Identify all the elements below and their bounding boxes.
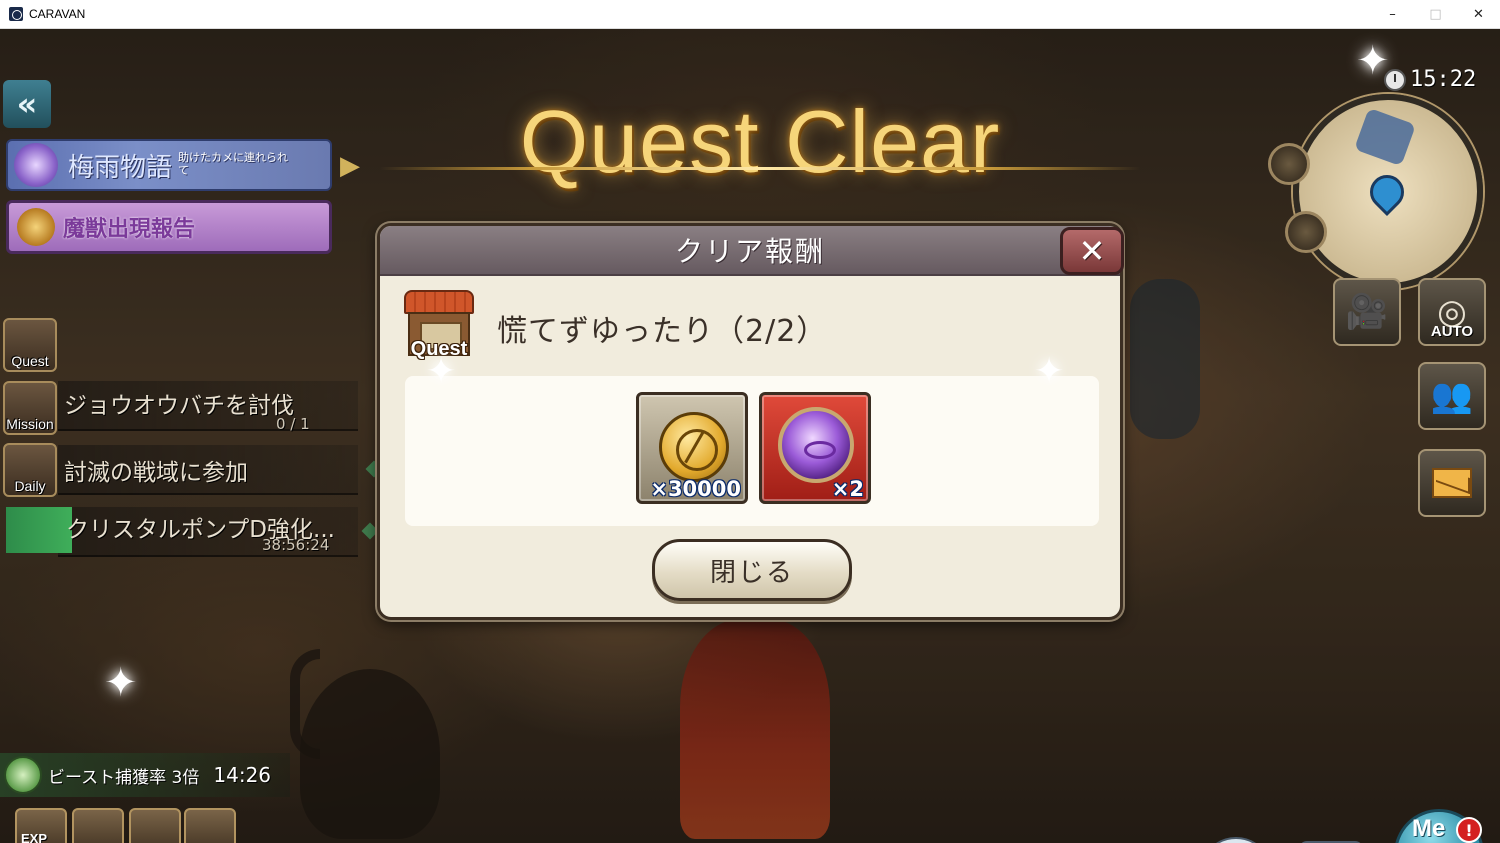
beast-rate-icon [4,756,42,794]
dialog-close-button[interactable]: 閉じる [652,539,852,601]
mail-button[interactable] [1418,449,1486,517]
mission-side-label: Mission [6,416,54,432]
menu-notification-badge: ! [1456,817,1482,843]
beast-report-button[interactable]: 魔獣出現報告 [6,200,332,254]
daily-side-button[interactable]: Daily [3,443,57,497]
daily-side-label: Daily [14,478,46,494]
map-toggle-button[interactable] [1268,143,1310,185]
quest-name: 慌てずゆったり（2/2） [497,314,828,349]
video-camera-icon: 🎥 [1345,292,1389,332]
mission-side-button[interactable]: Mission [3,381,57,435]
crystal-row-highlight [6,507,72,553]
quest-side-label: Quest [11,353,49,369]
close-window-button[interactable]: ✕ [1457,0,1500,29]
quest-roof [404,290,474,314]
reward-panel [405,376,1099,526]
mission-text: ジョウオウバチを討伐 [64,393,294,419]
potion-boost-icon[interactable] [129,808,181,843]
game-viewport: Quest Clear « 梅雨物語 助けたカメに連れられて ▶ 魔獣出現報告 … [0,29,1500,843]
beast-report-label: 魔獣出現報告 [63,216,196,242]
dialog-close-label: 閉じる [709,557,794,588]
party-button[interactable]: 👥 [1418,362,1486,430]
chevron-right-icon[interactable]: ▶ [340,151,360,181]
party-members-icon: 👥 [1430,376,1474,416]
window-controls: – □ ✕ [1371,0,1500,29]
exp-boost-icon[interactable]: EXP [15,808,67,843]
back-button[interactable]: « [3,80,51,128]
beast-rate-text: ビースト捕獲率 3倍 [48,767,200,788]
sparkle-icon: ✦ [426,351,457,392]
reward-item-gil[interactable]: ×30000 [636,392,748,504]
window-title: CARAVAN [29,7,86,21]
dialog-title: クリア報酬 [674,235,825,268]
beast-rate-status: ビースト捕獲率 3倍 14:26 [0,753,290,797]
sparkle-icon: ✦ [104,660,138,706]
companion-button[interactable] [1285,211,1327,253]
event-subtitle: 助けたカメに連れられて [178,151,289,177]
close-icon: ✕ [1078,232,1106,270]
event-star-icon [14,143,58,187]
app-icon [9,7,23,21]
clock: 15:22 [1384,67,1476,92]
maximize-button[interactable]: □ [1414,0,1457,29]
event-banner[interactable]: 梅雨物語 助けたカメに連れられて [6,139,332,191]
sparkle-icon: ✦ [1034,351,1065,392]
dialog-header: クリア報酬 [380,226,1120,276]
daily-text: 討滅の戦域に参加 [64,460,248,486]
quest-side-button[interactable]: Quest [3,318,57,372]
window-titlebar: CARAVAN – □ ✕ [0,0,1500,29]
auto-button[interactable]: ◎ AUTO [1418,278,1486,346]
camera-button[interactable]: 🎥 [1333,278,1401,346]
auto-label: AUTO [1430,323,1474,340]
gil-coin-icon [659,412,729,482]
exp-label: EXP [21,831,48,843]
menu-label: Me [1412,815,1446,842]
minimize-button[interactable]: – [1371,0,1414,29]
event-title: 梅雨物語 [68,152,173,183]
crystal-timer: 38:56:24 [262,536,330,554]
beast-rate-time: 14:26 [213,763,272,787]
reward-item-crystal[interactable]: ×2 [759,392,871,504]
menu-button[interactable]: Me ! [1384,799,1494,843]
quest-clear-underline [380,167,1140,170]
purple-crystal-icon [778,407,854,483]
clear-reward-dialog: クリア報酬 ✕ Quest 慌てずゆったり（2/2） ✦ ✦ ×30000 ×2… [377,223,1124,620]
sparkle-icon: ✦ [1356,38,1390,84]
cage-boost-icon[interactable] [184,808,236,843]
gil-boost-icon[interactable] [72,808,124,843]
double-chevron-left-icon: « [16,85,38,123]
quest-clear-title: Quest Clear [519,92,1001,191]
clock-time: 15:22 [1410,67,1477,92]
beast-mask-icon [17,208,55,246]
reward-quantity: ×2 [831,477,864,501]
dialog-close-x-button[interactable]: ✕ [1060,227,1124,275]
mail-envelope-icon [1432,468,1472,498]
mission-progress: 0 / 1 [276,415,310,433]
reward-quantity: ×30000 [650,477,741,501]
